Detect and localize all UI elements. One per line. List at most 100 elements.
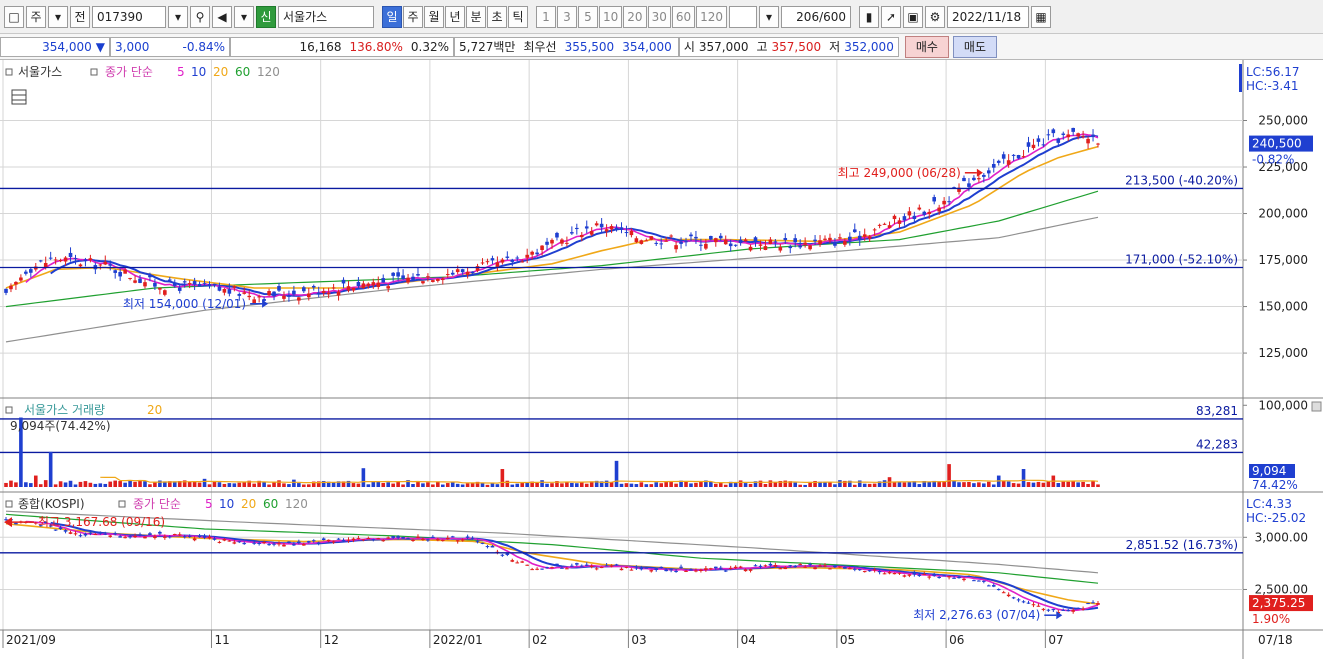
period-tab-6[interactable]: 틱: [508, 5, 528, 28]
sell-button[interactable]: 매도: [952, 35, 998, 58]
save-icon[interactable]: ▣: [903, 5, 924, 28]
candle-body: [182, 281, 187, 283]
count-field[interactable]: 206/600: [781, 5, 852, 28]
candle-body: [1071, 127, 1075, 132]
candle-body: [14, 522, 18, 525]
candle-body: [336, 291, 341, 296]
hc-info: HC:-3.41: [1246, 79, 1299, 93]
legend-entry: 종가 단순: [105, 65, 153, 79]
candle-body: [470, 271, 475, 274]
candle-body: [520, 561, 525, 563]
volume-bar: [252, 483, 256, 487]
candle-body: [391, 272, 395, 276]
candle-body: [1021, 601, 1026, 603]
period-tab-4[interactable]: 분: [466, 5, 486, 28]
period-tab-3[interactable]: 년: [445, 5, 465, 28]
interval-tab-6[interactable]: 60: [671, 5, 696, 28]
interval-tab-0[interactable]: 1: [536, 5, 556, 28]
candle-body: [1051, 129, 1056, 134]
interval-tab-3[interactable]: 10: [599, 5, 623, 28]
volume-bar: [14, 482, 18, 487]
stock-code-input[interactable]: 017390: [92, 5, 166, 28]
last-volume-label: 9,094: [1252, 464, 1286, 478]
candles: [4, 516, 1100, 616]
volume-bar: [73, 484, 78, 487]
high-arrowhead: [4, 517, 12, 528]
interval-dropdown-icon[interactable]: ▾: [759, 5, 780, 28]
period-tab-2[interactable]: 월: [424, 5, 444, 28]
code-dropdown-icon[interactable]: ▾: [168, 5, 188, 28]
chart-menu-icon[interactable]: □: [4, 5, 24, 28]
volume-bar: [1056, 483, 1061, 487]
interval-tab-7[interactable]: 120: [696, 5, 728, 28]
candle-body: [1031, 144, 1036, 149]
volume-bar: [952, 480, 956, 487]
interval-tab-4[interactable]: 20: [623, 5, 647, 28]
buy-button[interactable]: 매수: [904, 35, 949, 58]
candle-body: [143, 282, 147, 287]
prev-button[interactable]: 전: [70, 5, 90, 28]
candle-body: [599, 223, 604, 228]
y-tick-label: 200,000: [1258, 207, 1308, 221]
candle-body: [664, 240, 668, 242]
candle-body: [723, 570, 728, 572]
candle-body: [168, 536, 172, 538]
candle-body: [684, 241, 688, 243]
candle-body: [977, 580, 981, 582]
candle-body: [982, 174, 986, 177]
volume-bar: [917, 484, 922, 487]
candle-body: [237, 294, 242, 296]
interval-tab-2[interactable]: 5: [578, 5, 598, 28]
candle-body: [227, 289, 232, 294]
candle-body: [510, 259, 515, 262]
date-input[interactable]: 2022/11/18: [947, 5, 1030, 28]
candle-body: [614, 564, 619, 566]
candle-body: [475, 541, 480, 543]
candle-body: [1026, 142, 1031, 147]
candle-body: [972, 580, 976, 582]
interval-tab-1[interactable]: 3: [557, 5, 577, 28]
volume-bar: [88, 482, 93, 487]
period-tab-1[interactable]: 주: [403, 5, 423, 28]
type-dropdown-icon[interactable]: ▾: [48, 5, 68, 28]
stock-name-field[interactable]: 서울가스: [278, 5, 374, 28]
candle-body: [714, 566, 718, 569]
candle-body: [411, 540, 415, 542]
candle-body: [738, 566, 743, 568]
candle-body: [460, 269, 465, 273]
volume-bar: [202, 478, 207, 487]
period-tab-0[interactable]: 일: [382, 5, 402, 28]
candle-body: [292, 290, 296, 295]
quote-strip: 354,000 ▼ 3,000 -0.84% 16,168 136.80% 0.…: [0, 34, 1323, 60]
calendar-icon[interactable]: ▦: [1031, 5, 1052, 28]
candle-body: [93, 534, 98, 536]
draw-tools-icon[interactable]: ➚: [881, 5, 902, 28]
volume-box: 16,168 136.80% 0.32%: [230, 36, 454, 57]
candle-body: [634, 238, 639, 243]
speaker-icon[interactable]: ◀: [212, 5, 232, 28]
speaker-dropdown-icon[interactable]: ▾: [234, 5, 254, 28]
candle-type-icon[interactable]: ▮: [859, 5, 880, 28]
candle-body: [1046, 609, 1051, 611]
candle-body: [505, 256, 510, 258]
candle-body: [341, 279, 346, 284]
volume-bar: [674, 483, 678, 487]
period-tab-5[interactable]: 초: [487, 5, 507, 28]
candle-body: [927, 211, 932, 215]
type-select[interactable]: 주: [26, 5, 46, 28]
chart-canvas[interactable]: 250,000225,000200,000175,000150,000125,0…: [0, 60, 1323, 659]
search-icon[interactable]: ⚲: [190, 5, 210, 28]
volume-bar: [733, 482, 738, 487]
count-value: 206/600: [796, 9, 847, 24]
candle-body: [679, 241, 683, 244]
interval-tab-5[interactable]: 30: [647, 5, 671, 28]
candle-body: [768, 239, 773, 245]
candle-body: [4, 288, 8, 293]
gear-icon[interactable]: ⚙: [925, 5, 946, 28]
custom-interval-input[interactable]: [729, 5, 758, 28]
candle-body: [108, 535, 113, 537]
candle-body: [887, 572, 892, 574]
volume-bar: [649, 484, 654, 487]
candle-body: [1001, 154, 1006, 159]
volume-bar: [798, 484, 802, 487]
